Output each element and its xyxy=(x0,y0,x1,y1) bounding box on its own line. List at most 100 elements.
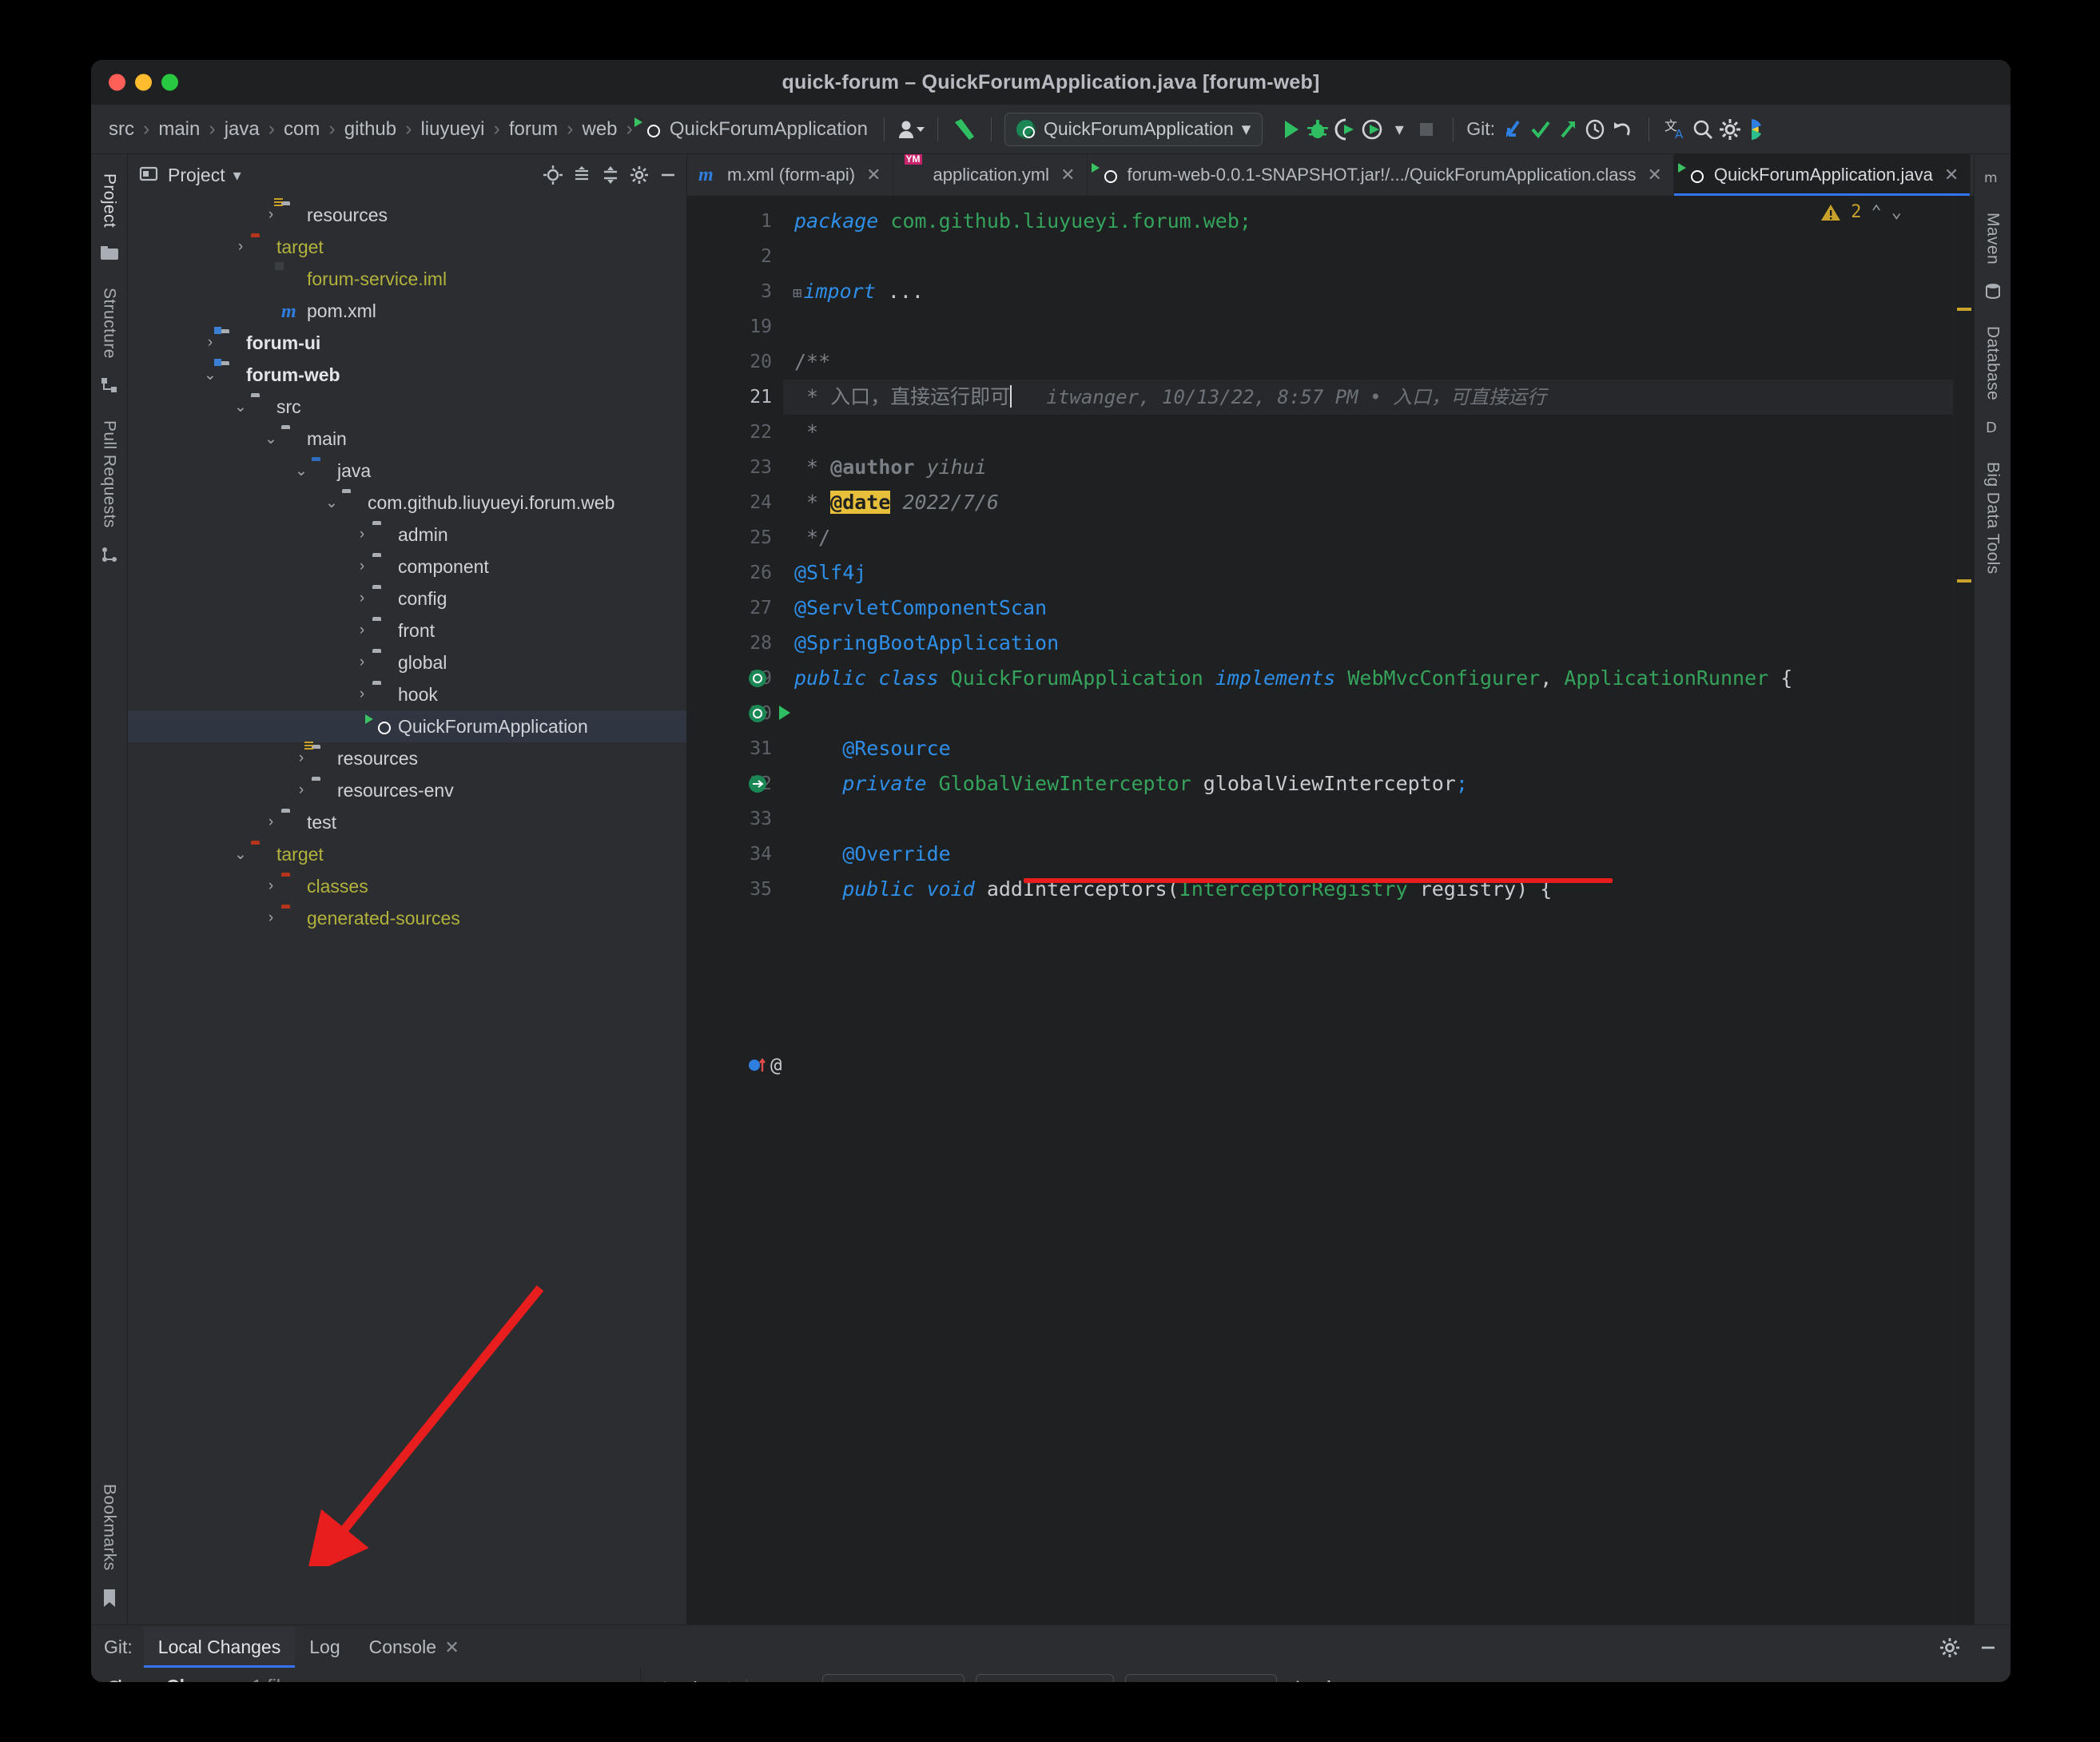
translate-icon[interactable]: 文 A xyxy=(1662,113,1689,145)
diff-settings-gear-icon[interactable] xyxy=(1318,1680,1339,1682)
run-button[interactable] xyxy=(1277,113,1304,145)
tree-node-target[interactable]: ⌄ target xyxy=(128,838,686,870)
tree-node-forum-service-iml[interactable]: › forum-service.iml xyxy=(128,263,686,295)
history-clock-icon[interactable] xyxy=(1581,113,1609,145)
code-text[interactable]: 2 ⌃ ⌄ package com.github.liuyueyi.forum.… xyxy=(783,196,1953,1625)
code-line[interactable] xyxy=(783,696,1953,731)
right-arrow-button[interactable] xyxy=(790,1680,811,1682)
code-line[interactable]: * @date 2022/7/6 xyxy=(783,485,1953,520)
collapse-all-icon[interactable] xyxy=(600,165,621,185)
chevron-right-icon[interactable]: › xyxy=(352,686,372,703)
breadcrumb-item-java[interactable]: java xyxy=(221,118,263,141)
chevron-down-icon[interactable]: ⌄ xyxy=(291,462,312,480)
sidebar-item-big-data-tools[interactable]: Big Data Tools xyxy=(1983,462,2003,575)
marker-warning[interactable] xyxy=(1957,308,1971,311)
code-line[interactable]: @Slf4j xyxy=(783,555,1953,591)
chevron-right-icon[interactable]: › xyxy=(291,750,312,767)
code-line[interactable]: public class QuickForumApplication imple… xyxy=(783,661,1953,696)
breadcrumb[interactable]: src › main › java › com › github › liuyu… xyxy=(105,117,871,141)
tree-node-hook[interactable]: › hook xyxy=(128,678,686,710)
sidebar-item-structure[interactable]: Structure xyxy=(100,288,119,359)
changes-group-row[interactable]: ⌄ Changes 1 file xyxy=(137,1668,640,1683)
window-controls[interactable] xyxy=(109,74,178,91)
chevron-down-icon[interactable]: ⌄ xyxy=(145,1677,166,1683)
highlight-mode-dropdown[interactable]: Highlight words ▾ xyxy=(1125,1673,1278,1682)
chevron-right-icon[interactable]: › xyxy=(352,526,372,543)
run-with-coverage-button[interactable] xyxy=(1331,113,1358,145)
ide-avatar-icon[interactable] xyxy=(1744,113,1771,145)
minimize-window-button[interactable] xyxy=(135,74,152,91)
chevron-right-icon[interactable]: › xyxy=(261,206,281,224)
code-line[interactable]: * 入口，直接运行即可 itwanger, 10/13/22, 8:57 PM … xyxy=(783,380,1953,415)
profile-button[interactable] xyxy=(1358,113,1386,145)
code-line[interactable]: @Override xyxy=(783,837,1953,872)
chevron-right-icon[interactable]: › xyxy=(200,334,221,352)
code-line[interactable] xyxy=(783,309,1953,344)
breadcrumb-item-com[interactable]: com xyxy=(280,118,323,141)
chevron-right-icon[interactable]: › xyxy=(352,622,372,639)
code-line[interactable]: */ xyxy=(783,520,1953,555)
run-configuration-selector[interactable]: QuickForumApplication ▾ xyxy=(1004,112,1263,146)
close-icon[interactable]: ✕ xyxy=(444,1637,459,1657)
code-line[interactable] xyxy=(783,801,1953,837)
editor-gutter[interactable]: @ 1231920212223242526272829303132333435 xyxy=(687,196,790,1625)
sidebar-item-maven[interactable]: Maven xyxy=(1983,213,2003,264)
tree-node-generated-sources[interactable]: › generated-sources xyxy=(128,902,686,934)
update-project-icon[interactable] xyxy=(1500,113,1527,145)
inspection-widget[interactable]: 2 ⌃ ⌄ xyxy=(1820,202,1902,222)
spring-bean-gutter-icon[interactable] xyxy=(746,702,770,726)
breadcrumb-item-github[interactable]: github xyxy=(341,118,400,141)
project-tree[interactable]: ›resources›target›forum-service.iml›mpom… xyxy=(128,196,686,1625)
tree-node-forum-ui[interactable]: › forum-ui xyxy=(128,327,686,359)
git-side-actions[interactable] xyxy=(91,1668,137,1682)
chevron-down-icon[interactable]: ⌄ xyxy=(321,494,342,512)
tab-local-changes[interactable]: Local Changes xyxy=(143,1626,296,1668)
collapse-unchanged-button[interactable] xyxy=(1288,1679,1307,1682)
tree-node-main[interactable]: ⌄ main xyxy=(128,423,686,455)
chevron-right-icon[interactable]: › xyxy=(352,558,372,575)
tree-node-resources-env[interactable]: › resources-env xyxy=(128,774,686,806)
tree-node-java[interactable]: ⌄ java xyxy=(128,455,686,487)
tree-node-global[interactable]: › global xyxy=(128,646,686,678)
diff-help-button[interactable]: ? xyxy=(1350,1679,1361,1682)
chevron-down-icon[interactable]: ▾ xyxy=(1386,113,1413,145)
code-line[interactable]: ⊞import ... xyxy=(783,274,1953,309)
editor-tab-0[interactable]: m m.xml (form-api) ✕ xyxy=(687,154,893,196)
ignore-mode-dropdown[interactable]: Do not ignore ▾ xyxy=(976,1673,1115,1682)
tab-console[interactable]: Console ✕ xyxy=(355,1627,474,1668)
locate-file-icon[interactable] xyxy=(543,165,563,185)
breadcrumb-item-src[interactable]: src xyxy=(105,118,137,141)
chevron-right-icon[interactable]: › xyxy=(352,654,372,671)
tree-node-resources[interactable]: › resources xyxy=(128,199,686,231)
settings-gear-icon[interactable] xyxy=(1939,1637,1959,1657)
code-line[interactable]: package com.github.liuyueyi.forum.web; xyxy=(783,204,1953,239)
edit-source-button[interactable] xyxy=(716,1680,735,1682)
chevron-right-icon[interactable]: › xyxy=(261,270,281,288)
hide-panel-icon[interactable] xyxy=(658,165,678,185)
close-icon[interactable]: ✕ xyxy=(866,165,881,185)
sidebar-item-pull-requests[interactable]: Pull Requests xyxy=(100,420,119,528)
tree-node-quickforumapplication[interactable]: ›QuickForumApplication xyxy=(128,710,686,742)
build-hammer-icon[interactable] xyxy=(951,113,978,145)
tree-node-forum-web[interactable]: ⌄ forum-web xyxy=(128,359,686,391)
chevron-down-icon[interactable]: ▾ xyxy=(233,165,241,185)
code-line[interactable]: @SpringBootApplication xyxy=(783,626,1953,661)
expand-all-icon[interactable] xyxy=(571,165,592,185)
left-arrow-button[interactable] xyxy=(758,1680,779,1682)
breadcrumb-item-main[interactable]: main xyxy=(155,118,203,141)
chevron-down-icon[interactable]: ⌄ xyxy=(230,398,251,416)
close-icon[interactable]: ✕ xyxy=(1944,165,1959,185)
tree-node-admin[interactable]: › admin xyxy=(128,519,686,551)
commit-icon[interactable] xyxy=(1527,113,1554,145)
sidebar-item-database[interactable]: Database xyxy=(1983,326,2003,400)
breadcrumb-item-class[interactable]: QuickForumApplication xyxy=(638,118,871,141)
close-icon[interactable]: ✕ xyxy=(1060,165,1075,185)
tree-node-test[interactable]: › test xyxy=(128,806,686,838)
debug-button[interactable] xyxy=(1304,113,1331,145)
code-line[interactable]: * xyxy=(783,415,1953,450)
code-line[interactable]: /** xyxy=(783,344,1953,380)
editor-marker-bar[interactable] xyxy=(1953,196,1974,1625)
previous-difference-button[interactable] xyxy=(655,1680,674,1682)
code-line[interactable] xyxy=(783,239,1953,274)
spring-bean-gutter-icon[interactable] xyxy=(746,667,770,691)
